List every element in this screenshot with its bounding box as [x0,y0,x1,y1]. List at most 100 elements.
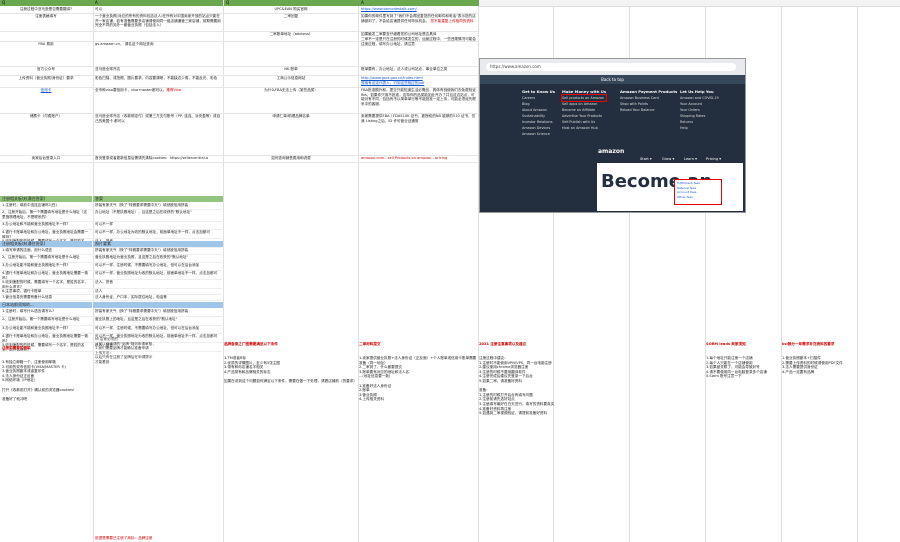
col-2021-body: 注册过程中建议： 1.注册时不能使用VPN/VPS，同一台电脑注册 2.建议使用… [479,355,555,416]
answer2-cell[interactable]: http://www.gsxt.gov.cn/index.html 搜索有法定代表… [359,75,478,87]
answer2-cell: 如果你的邮件里写到了"我们不会再回复您的任何邮件和电话"表示您的店铺被封了，不会… [361,14,476,23]
column-header-label: A [361,0,364,5]
question2-cell: 如何查询销售费用和说费 [271,156,311,160]
question-text: 4.银行卡账单地址和办公地址，营业执照地址需要一致吗? [2,271,89,279]
list-item: 7.营业信息页需要有备什么信息 法人身份证，户口本，实际居住地址，电话等 [0,294,222,301]
question-text: 7.营业信息页需要有备什么信息 [2,295,53,299]
column-header-4[interactable] [479,0,900,7]
answer2-cell: amazon.com - sell Products on amazon - p… [361,156,448,160]
question-cell: 上传资料（营业执照/身份证）要求 [18,76,74,80]
col-sorm: SORM leads 卖家须知 1.每个地址只能注册一个店铺 2.每个人只能在一… [706,333,780,388]
answer2-cell: 注册过程，填写办公地址，请注意 [361,42,415,46]
question-cell [0,31,92,41]
question2-cell: NK 账单 [284,67,298,71]
answer-text: 营业执照上的地址，且这是之后在收获的"默认地址" [95,317,178,321]
column-header-label: Q [2,0,6,5]
col-second-review: 二审材料提交 1.卖家提供营业执照+法人身份证（正反面）+个人账单或信用卡账单需… [359,333,477,411]
answer-text: 拼装有家天气（换了"特雅要求需要中天"）填然被信用拼装 [95,248,189,252]
lower-left-footer: 前提是需要已注册了商标：品牌注册 [95,536,153,540]
nav-link-start[interactable]: Start ▾ [640,157,652,161]
footer-column: Let Us Help You Amazon and COVID-19 Your A… [680,89,719,131]
answer-cell: 亚马逊全球开店（收款绑定付）或第三方支付账号（PP, 连连、派安盈等）或自己的美… [95,114,221,123]
question-cell: 卖家后台登录入口 [31,156,61,160]
question2-cell: 为什么FBA无法上传（某些品类） [264,88,318,92]
col-review-body: 1.卖家提供营业执照+法人身份证（正反面）+个人账单或信用卡账单需要准备（同一地… [359,355,477,402]
section-header-a: 照片要素 [95,241,111,246]
answer-text: 营业执照地址为营业执照，且这是之后在收获的"默认地址" [95,255,189,259]
question2-cell: UPC&EAN 购买官网 [274,7,308,11]
table-row: 卖家后台登录入口 首页登录或者更新信息后需请先清除cookies：https://… [0,155,478,163]
answer-text: 法人，拼音 [95,280,113,284]
question2-cell: 二审回复 [283,14,299,18]
question-text: 3.办公地址和不能和营业执照地址不一样? [2,222,69,226]
answer-text: 拼装有家天气（换了"特雅要求需要中天"）填然被信用拼装 [95,203,189,207]
footer-link[interactable]: Reload Your Balance [620,107,677,113]
table-row: FBA 费用 gs.amazon.cn， 请名这个网址查询 注册过程，填写办公地址，… [0,41,478,67]
question2-cell: 申请仁单/助理品牌名单 [272,114,310,118]
col-2021-notes: 2021 注册注意事项以及建议 注册过程中建议： 1.注册时不能使用VPN/VP… [479,333,627,425]
section-header-q: 注册相关板块(通往答案) [2,196,46,201]
answer-text: 可以不一样，注册时候，不需要填写办公地址，但可以在后台添加 [95,263,200,267]
question-text: 1.填写申请的店面，用什么语言 [2,248,53,252]
col-ksi-title: ksi部分一年需求补充资料的要求 [782,342,835,347]
column-header-label: A [95,0,98,5]
answer-cell: 首页登录或者更新信息后需请先清除cookies：https://sellerce… [95,156,209,160]
url-field[interactable]: https://www.amazon.com [486,63,736,71]
section-header-q: 日本站前须知的... [2,302,34,307]
answer2-cell[interactable]: https://www.barcodestalk.com/ [359,6,478,13]
footer-column: Make Money with Us Sell products on Amazo… [560,89,608,131]
question-text: 4.银行卡账单地址和办公地址，营业执照地址会需要一致吗? [2,230,89,238]
question-cell: 注册表格填写 [35,14,57,18]
answer-cell [93,31,223,41]
footer-column: Amazon Payment Products Amazon Business C… [620,89,677,113]
question-text: 2、注册开始后，第一个需要填写地址是什么地址 [2,317,80,321]
footer-link[interactable]: Help [680,125,719,131]
question-text: 2、注册开始后，第一个需要填写地址是什么地址 [2,255,80,259]
question-text: 2、注册开始后，第一个需要填写地址是什么地址（这里指物理地址，不是联系的） [2,210,87,219]
nav-link-pricing[interactable]: Pricing ▾ [706,157,721,161]
col-sorm-title: SORM leads 卖家须知 [706,342,746,347]
browser-url-bar: https://www.amazon.com [480,59,745,75]
question2-cell: 二审账单地址（address） [269,32,313,36]
footer-link[interactable]: Amazon Science [522,131,555,137]
col-ksi-body: 1.营业执照副本+扫描件 2.需要上传资料的时候请使用PDF文件 3.法人需要提… [782,355,843,374]
col-ksi: ksi部分一年需求补充资料的要求 1.营业执照副本+扫描件 2.需要上传资料的时… [782,333,892,384]
back-to-top[interactable]: Back to top [480,75,745,84]
answer-cell: 可以 [95,7,103,11]
spreadsheet: Q A Q A 注册过程中亚马逊是否需要翻译? 可以 UPC&EAN 购买官网 https:… [0,0,900,542]
amazon-footer-screenshot: https://www.amazon.com Back to top Get t… [479,58,746,213]
column-header-label [479,0,481,5]
lower-left-block: 注册前需要的资料 1.有独立邮箱一个，注册使用邮箱 2.可用的双币信用卡(VIS… [2,337,92,411]
answer-text: 办公地址（不是执照地址），且这是之后在收获的"默认地址" [95,210,192,214]
question2-cell [224,41,358,66]
answer-cell: 一个营业执照(对应的所有的资料包括法人)在所有对中国卖家开放的站点只能在开一家店… [95,14,221,28]
question-text: 5.收到速配的时候，需要填写一个名字，是姓的名字，用什么语言? [2,280,89,288]
lower-left-body: 1.有独立邮箱一个，注册使用邮箱 2.可用的双币信用卡(VISA/MASTER … [2,359,75,401]
answer-text: 法人身份证，户口本，实际居住地址，电话等 [95,295,167,299]
pricing-dropdown[interactable]: Fulfillment fees Referral fees Account fee… [674,179,722,205]
answer2-cell: 如果触发二审要查仔细看您的公司地址是否具体 二审不一定是只在注册的时候发生的，运… [361,32,476,41]
nav-link-learn[interactable]: Learn ▾ [684,157,697,161]
col-sorm-body: 1.每个地址只能注册一个店铺 2.每个人只能在一个店铺使用 3.如果被关联了，可… [706,355,767,379]
question-cell: FBA 费用 [38,42,54,46]
answer-cell: 彩色扫描、或拍照、图片要求，内容要清晰，不能缺边少角，不能反光、彩色 [95,76,218,80]
lower-left-title: 注册前需要的资料 [2,346,31,351]
question-text: 3.办公地址能不能和营业执照地址不一样? [2,326,69,330]
question-cell[interactable]: 信用卡 [0,87,92,113]
col-brand-requirements: 品牌备案之厂图需要满足以下条件 1.TM或者R标 2.优质的详情图片，至少有5张… [224,333,357,393]
answer2-cell: 账单要有，办公地址，法人或公司站点，事业单位之类 [361,67,448,71]
col-review-title: 二审材料提交 [359,342,381,347]
answer-text: 可以不一样，办公地址为收的默认地址，前面单地址不一样，点击加都可 [95,230,210,234]
note-text: 搜索有法定代表人，行到这些相应的pdf [361,80,425,85]
question-text: 1.注册时，填前中连连店铺吗?(任) [2,203,57,207]
question-cell: 储蓄卡（付费账户） [29,114,63,118]
answer-cell: gs.amazon.cn， 请名这个网址查询 [95,42,154,46]
col-brand-title: 品牌备案之厂图需要满足以下条件 [224,342,278,347]
footer-link[interactable]: Host an Amazon Hub [562,125,606,131]
question-text: 3.办公地址能不能和营业执照地址不一样? [2,263,69,267]
dropdown-item[interactable]: Other fees [677,195,719,200]
nav-link-grow[interactable]: Grow ▾ [662,157,674,161]
lower-left-answer: NI 店家必须的 从前以往申请的"品牌"规则申请审核， 1.我们需要品牌才能确认… [95,337,156,364]
answer2-cell: FBA批准额外和，提交只能知道生活必需品，具体有桃使我们去免费验证fba，如果你… [361,88,476,106]
amazon-logo: amazon [598,148,625,155]
